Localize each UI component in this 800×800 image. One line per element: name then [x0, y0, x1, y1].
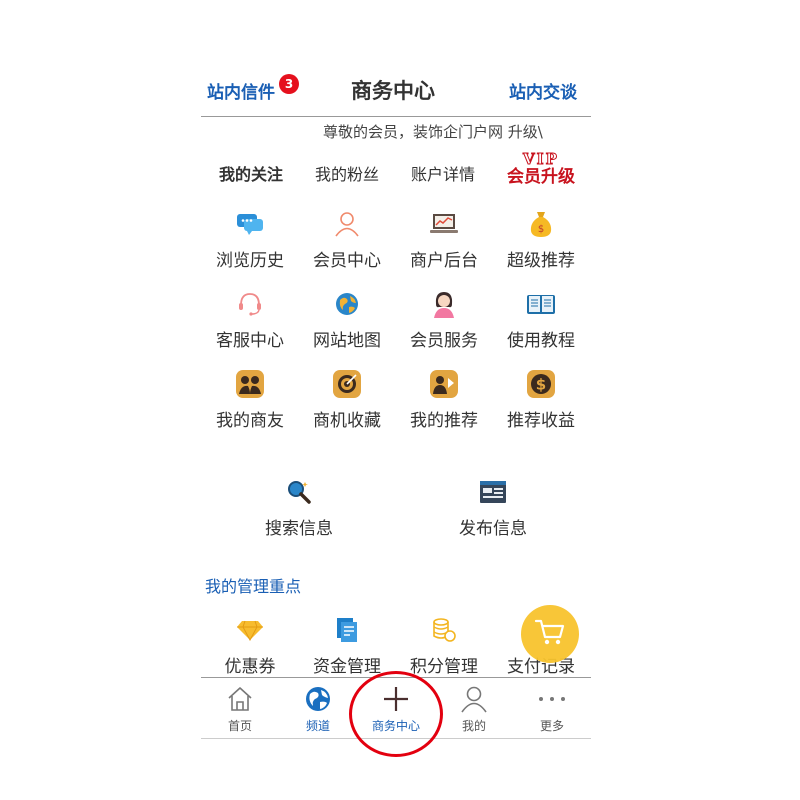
vip-text: VIP: [523, 150, 559, 169]
mailbox-unread-badge: 3: [279, 74, 299, 94]
highlight-ring: [349, 671, 443, 757]
friends-icon: [235, 370, 265, 398]
dollar-coin-icon: $: [526, 370, 556, 398]
grid-item-recommend-earnings[interactable]: $ 推荐收益: [493, 370, 589, 431]
cart-icon: [534, 617, 566, 651]
nav-mine[interactable]: 我的: [435, 684, 513, 734]
grid-item-merchant-backend[interactable]: 商户后台: [396, 210, 492, 271]
grid-item-label: 网站地图: [313, 331, 381, 351]
nav-more[interactable]: 更多: [513, 684, 591, 734]
chat-bubbles-icon: [235, 210, 265, 238]
grid-item-member-center[interactable]: 会员中心: [299, 210, 395, 271]
grid-item-tutorial[interactable]: 使用教程: [493, 290, 589, 351]
manage-item-points[interactable]: 积分管理: [396, 616, 492, 677]
nav-channels[interactable]: 频道: [279, 684, 357, 734]
action-label: 发布信息: [459, 519, 527, 539]
publish-window-icon: [478, 478, 508, 506]
more-dots-icon: [513, 684, 591, 714]
grid-item-label: 我的商友: [216, 411, 284, 431]
grid-item-label: 使用教程: [507, 331, 575, 351]
target-icon: [332, 370, 362, 398]
grid-item-member-service[interactable]: 会员服务: [396, 290, 492, 351]
service-agent-icon: [429, 290, 459, 318]
grid-item-history[interactable]: 浏览历史: [202, 210, 298, 271]
nav-label: 首页: [227, 719, 252, 733]
laptop-chart-icon: [429, 210, 459, 238]
svg-text:$: $: [536, 376, 546, 394]
diamond-icon: [235, 616, 265, 644]
page-title: 商务中心: [351, 79, 435, 103]
grid-item-label: 商户后台: [410, 251, 478, 271]
recommend-icon: [429, 370, 459, 398]
tab-following[interactable]: 我的关注: [206, 161, 296, 185]
grid-item-super-recommend[interactable]: $ 超级推荐: [493, 210, 589, 271]
grid-item-business-friends[interactable]: 我的商友: [202, 370, 298, 431]
management-section-title: 我的管理重点: [205, 577, 302, 596]
globe-icon: [332, 290, 362, 318]
publish-info-button[interactable]: 发布信息: [445, 478, 541, 539]
grid-item-label: 推荐收益: [507, 411, 575, 431]
coin-stack-icon: [429, 616, 459, 644]
grid-item-label: 会员中心: [313, 251, 381, 271]
money-bag-icon: $: [526, 210, 556, 238]
headset-icon: [235, 290, 265, 318]
tab-fans[interactable]: 我的粉丝: [302, 161, 392, 185]
nav-label: 频道: [305, 719, 330, 733]
chat-link[interactable]: 站内交谈: [509, 78, 577, 103]
user-icon: [435, 684, 513, 714]
header-divider: [201, 116, 591, 117]
grid-item-label: 超级推荐: [507, 251, 575, 271]
finance-doc-icon: [332, 616, 362, 644]
globe-icon: [279, 684, 357, 714]
grid-item-label: 会员服务: [410, 331, 478, 351]
manage-item-label: 优惠券: [224, 657, 276, 677]
tab-account-details[interactable]: 账户详情: [398, 161, 488, 185]
grid-item-site-map[interactable]: 网站地图: [299, 290, 395, 351]
grid-item-my-recommend[interactable]: 我的推荐: [396, 370, 492, 431]
notice-marquee: 尊敬的会员，装饰企门户网 升级\: [323, 123, 543, 141]
grid-item-opportunity-favorites[interactable]: 商机收藏: [299, 370, 395, 431]
floating-cart-button[interactable]: [521, 605, 579, 663]
manage-item-coupons[interactable]: 优惠券: [202, 616, 298, 677]
magnifier-icon: [284, 478, 314, 506]
vip-upgrade-text: 会员升级: [507, 167, 575, 187]
manage-item-funds[interactable]: 资金管理: [299, 616, 395, 677]
mailbox-link[interactable]: 站内信件: [207, 78, 275, 103]
grid-item-label: 我的推荐: [410, 411, 478, 431]
nav-home[interactable]: 首页: [201, 684, 279, 734]
open-book-icon: [526, 290, 556, 318]
home-icon: [201, 684, 279, 714]
vip-upgrade-button[interactable]: VIP 会员升级: [501, 150, 581, 190]
grid-item-label: 客服中心: [216, 331, 284, 351]
nav-label: 更多: [539, 719, 564, 733]
grid-item-customer-service[interactable]: 客服中心: [202, 290, 298, 351]
user-outline-icon: [332, 210, 362, 238]
grid-item-label: 商机收藏: [313, 411, 381, 431]
grid-item-label: 浏览历史: [216, 251, 284, 271]
action-label: 搜索信息: [265, 519, 333, 539]
svg-text:$: $: [538, 224, 544, 235]
search-info-button[interactable]: 搜索信息: [251, 478, 347, 539]
nav-label: 我的: [461, 719, 486, 733]
